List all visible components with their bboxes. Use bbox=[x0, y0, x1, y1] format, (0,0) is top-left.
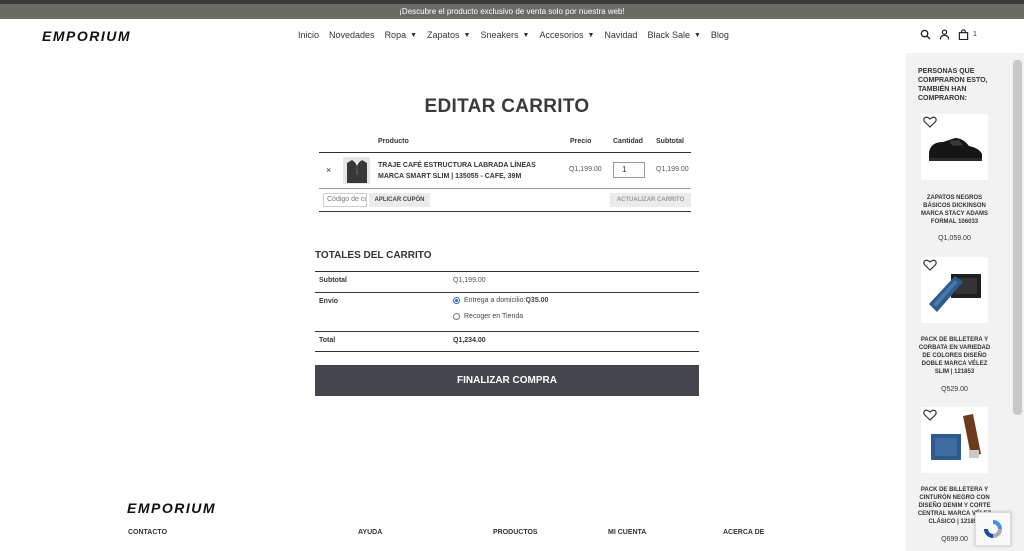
col-header-subtotal: Subtotal bbox=[656, 138, 684, 145]
apply-coupon-button[interactable]: APLICAR CUPÓN bbox=[369, 193, 430, 207]
shopping-bag-icon[interactable] bbox=[958, 29, 969, 40]
col-header-product: Producto bbox=[378, 138, 409, 145]
related-product-price: Q529.00 bbox=[941, 386, 968, 393]
announcement-bar: ¡Descubre el producto exclusivo de venta… bbox=[0, 4, 1024, 19]
product-subtotal: Q1,199.00 bbox=[656, 166, 689, 173]
divider bbox=[315, 351, 699, 352]
footer-contacto[interactable]: CONTACTO bbox=[128, 529, 167, 536]
chevron-down-icon: ▼ bbox=[693, 31, 701, 39]
footer-productos[interactable]: PRODUCTOS bbox=[493, 529, 538, 536]
user-icon[interactable] bbox=[939, 29, 950, 40]
shipping-label: Envío bbox=[319, 298, 339, 305]
nav-novedades[interactable]: Novedades bbox=[329, 30, 375, 40]
product-thumbnail[interactable] bbox=[343, 157, 370, 184]
coupon-code-input[interactable]: Código de cupón bbox=[323, 193, 367, 207]
divider bbox=[315, 271, 699, 272]
divider bbox=[315, 331, 699, 332]
total-value: Q1,234.00 bbox=[453, 337, 486, 344]
quantity-input[interactable]: 1 bbox=[613, 162, 645, 178]
col-header-price: Precio bbox=[570, 138, 592, 145]
nav-black-sale[interactable]: Black Sale ▼ bbox=[647, 30, 700, 40]
footer-acerca-de[interactable]: ACERCA DE bbox=[723, 529, 764, 536]
header-icons: 1 bbox=[920, 29, 977, 40]
chevron-down-icon: ▼ bbox=[463, 31, 471, 39]
scrollbar-thumb[interactable] bbox=[1013, 60, 1022, 415]
related-product-name[interactable]: PACK DE BILLETERA Y CORBATA EN VARIEDAD … bbox=[915, 336, 994, 376]
chevron-down-icon: ▼ bbox=[587, 31, 595, 39]
related-product-name[interactable]: ZAPATOS NEGROS BÁSICOS DICKINSON MARCA S… bbox=[915, 194, 994, 226]
search-icon[interactable] bbox=[920, 29, 931, 40]
site-header: EMPORIUM Inicio Novedades Ropa ▼ Zapatos ▼… bbox=[0, 19, 1024, 53]
divider bbox=[315, 292, 699, 293]
nav-zapatos[interactable]: Zapatos ▼ bbox=[427, 30, 470, 40]
nav-sneakers[interactable]: Sneakers ▼ bbox=[480, 30, 529, 40]
nav-navidad[interactable]: Navidad bbox=[604, 30, 637, 40]
sidebar-title: PERSONAS QUE COMPRARON ESTO, TAMBIÉN HAN… bbox=[918, 68, 988, 102]
recaptcha-icon bbox=[984, 520, 1002, 538]
nav-accesorios[interactable]: Accesorios ▼ bbox=[539, 30, 594, 40]
subtotal-label: Subtotal bbox=[319, 277, 347, 284]
remove-item-button[interactable]: × bbox=[326, 165, 331, 175]
related-products-sidebar: PERSONAS QUE COMPRARON ESTO, TAMBIÉN HAN… bbox=[906, 53, 1011, 551]
update-cart-button[interactable]: ACTUALIZAR CARRITO bbox=[610, 193, 691, 207]
cart-item-row: × TRAJE CAFÉ ESTRUCTURA LABRADA LÍNEAS M… bbox=[319, 153, 691, 188]
shipping-option-delivery[interactable]: Entrega a domicilio: Q35.00 bbox=[453, 297, 548, 304]
checkout-button[interactable]: FINALIZAR COMPRA bbox=[315, 365, 699, 396]
chevron-down-icon: ▼ bbox=[410, 31, 418, 39]
col-header-qty: Cantidad bbox=[613, 138, 643, 145]
nav-blog[interactable]: Blog bbox=[711, 30, 729, 40]
suit-icon bbox=[346, 160, 367, 183]
radio-unselected[interactable] bbox=[453, 313, 460, 320]
shoe-icon bbox=[928, 138, 982, 161]
main-nav: Inicio Novedades Ropa ▼ Zapatos ▼ Sneakers… bbox=[298, 30, 739, 40]
subtotal-value: Q1,199.00 bbox=[453, 277, 486, 284]
footer-ayuda[interactable]: AYUDA bbox=[358, 529, 382, 536]
heart-icon[interactable] bbox=[923, 409, 937, 421]
heart-icon[interactable] bbox=[923, 116, 937, 128]
shipping-option-pickup[interactable]: Recoger en Tienda bbox=[453, 313, 523, 320]
footer-logo[interactable]: EMPORIUM bbox=[127, 500, 216, 516]
cart-count-badge: 1 bbox=[973, 31, 977, 38]
related-product-price: Q1,059.00 bbox=[938, 235, 971, 242]
brand-logo[interactable]: EMPORIUM bbox=[42, 28, 131, 44]
chevron-down-icon: ▼ bbox=[522, 31, 530, 39]
totals-heading: TOTALES DEL CARRITO bbox=[315, 250, 432, 261]
nav-inicio[interactable]: Inicio bbox=[298, 30, 319, 40]
radio-selected[interactable] bbox=[453, 297, 460, 304]
divider bbox=[319, 211, 691, 212]
page-title: EDITAR CARRITO bbox=[424, 96, 590, 117]
recaptcha-badge[interactable] bbox=[975, 512, 1011, 546]
product-price: Q1,199.00 bbox=[569, 166, 602, 173]
product-name-link[interactable]: TRAJE CAFÉ ESTRUCTURA LABRADA LÍNEAS MAR… bbox=[378, 160, 558, 182]
footer-mi-cuenta[interactable]: MI CUENTA bbox=[608, 529, 646, 536]
nav-ropa[interactable]: Ropa ▼ bbox=[385, 30, 417, 40]
total-label: Total bbox=[319, 337, 336, 344]
divider bbox=[319, 188, 691, 189]
heart-icon[interactable] bbox=[923, 259, 937, 271]
